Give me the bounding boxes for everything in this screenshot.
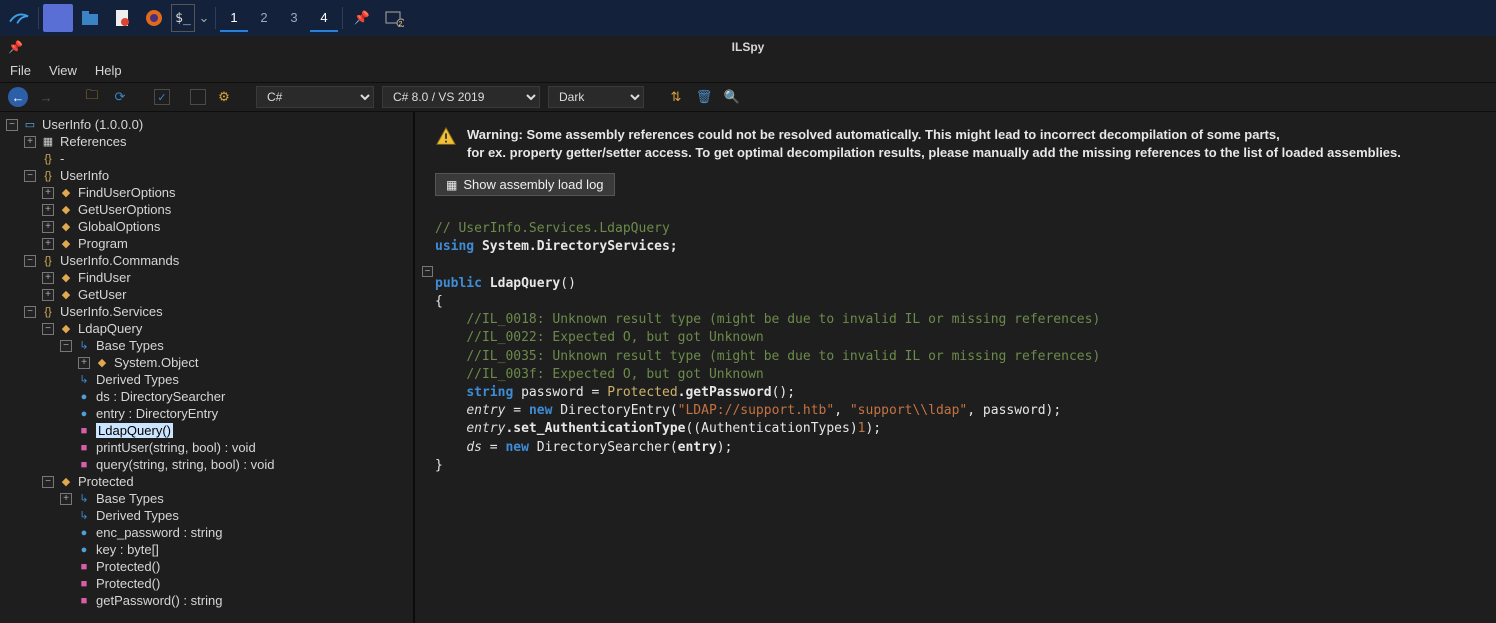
warning-line-1: Warning: Some assembly references could … (467, 126, 1401, 144)
search-icon[interactable]: 🔍 (722, 87, 742, 107)
workspace-1[interactable]: 1 (220, 4, 248, 32)
warning-icon (435, 126, 457, 148)
tree-assembly[interactable]: −▭UserInfo (1.0.0.0) (0, 116, 413, 133)
tree-basetypes2[interactable]: +↳Base Types (0, 490, 413, 507)
tree-dash[interactable]: {}- (0, 150, 413, 167)
tree-references[interactable]: +▦References (0, 133, 413, 150)
checkbox-2[interactable] (190, 89, 206, 105)
tree-program[interactable]: +◆Program (0, 235, 413, 252)
refresh-icon[interactable]: ⟳ (110, 87, 130, 107)
taskbar-app-icon[interactable] (43, 4, 73, 32)
tree-protected[interactable]: −◆Protected (0, 473, 413, 490)
code-view[interactable]: // UserInfo.Services.LdapQuery using Sys… (415, 202, 1486, 475)
checkbox-1[interactable]: ✓ (154, 89, 170, 105)
tree-derivedtypes2[interactable]: ↳Derived Types (0, 507, 413, 524)
tree-ldapquery-ctor[interactable]: ■LdapQuery() (0, 422, 413, 439)
window-title: ILSpy (0, 40, 1496, 54)
toolbar: ← → 🗀 ⟳ ✓ ⚙ C# C# 8.0 / VS 2019 Dark ⇅ 🗑… (0, 82, 1496, 112)
tree-basetypes[interactable]: −↳Base Types (0, 337, 413, 354)
menu-file[interactable]: File (10, 63, 31, 78)
tree-getuser[interactable]: +◆GetUser (0, 286, 413, 303)
tree-enc-password[interactable]: ●enc_password : string (0, 524, 413, 541)
warning-line-2: for ex. property getter/setter access. T… (467, 144, 1401, 162)
workspace-3[interactable]: 3 (280, 4, 308, 32)
terminal-icon[interactable]: $_ (171, 4, 195, 32)
tree-ns-services[interactable]: −{}UserInfo.Services (0, 303, 413, 320)
menubar: File View Help (0, 58, 1496, 82)
tree-finduser[interactable]: +◆FindUser (0, 269, 413, 286)
taskbar-window-icon[interactable]: 2 (379, 4, 409, 32)
log-icon: ▦ (446, 178, 457, 192)
firefox-icon[interactable] (139, 4, 169, 32)
tree-query[interactable]: ■query(string, string, bool) : void (0, 456, 413, 473)
assembly-tree[interactable]: −▭UserInfo (1.0.0.0) +▦References {}- −{… (0, 112, 415, 623)
taskbar-pinned-icon[interactable]: 📌 (347, 4, 377, 32)
tree-ds-field[interactable]: ●ds : DirectorySearcher (0, 388, 413, 405)
tree-getpassword[interactable]: ■getPassword() : string (0, 592, 413, 609)
tree-key[interactable]: ●key : byte[] (0, 541, 413, 558)
workspace-4[interactable]: 4 (310, 4, 338, 32)
ilspy-window: 📌 ILSpy File View Help ← → 🗀 ⟳ ✓ ⚙ C# C#… (0, 36, 1496, 623)
tree-printuser[interactable]: ■printUser(string, bool) : void (0, 439, 413, 456)
tree-ldapquery[interactable]: −◆LdapQuery (0, 320, 413, 337)
fold-minus-icon[interactable]: − (422, 266, 433, 277)
menu-view[interactable]: View (49, 63, 77, 78)
tree-ns-userinfo[interactable]: −{}UserInfo (0, 167, 413, 184)
tree-protected-cctor[interactable]: ■Protected() (0, 575, 413, 592)
tree-getuseroptions[interactable]: +◆GetUserOptions (0, 201, 413, 218)
forward-button[interactable]: → (36, 87, 56, 107)
warning-banner: Warning: Some assembly references could … (425, 120, 1486, 167)
tree-finduseroptions[interactable]: +◆FindUserOptions (0, 184, 413, 201)
kali-menu-icon[interactable] (4, 4, 34, 32)
tree-ns-commands[interactable]: −{}UserInfo.Commands (0, 252, 413, 269)
open-icon[interactable]: 🗀 (82, 87, 102, 107)
theme-select[interactable]: Dark (548, 86, 644, 108)
show-assembly-load-log-button[interactable]: ▦ Show assembly load log (435, 173, 615, 196)
lang-version-select[interactable]: C# 8.0 / VS 2019 (382, 86, 540, 108)
files-icon[interactable] (75, 4, 105, 32)
workspace-2[interactable]: 2 (250, 4, 278, 32)
os-taskbar: $_ ⌄ 1 2 3 4 📌 2 (0, 0, 1496, 36)
delete-icon[interactable]: 🗑 (694, 87, 714, 107)
sort-icon[interactable]: ⇅ (666, 87, 686, 107)
tree-entry-field[interactable]: ●entry : DirectoryEntry (0, 405, 413, 422)
tree-derivedtypes[interactable]: ↳Derived Types (0, 371, 413, 388)
menu-help[interactable]: Help (95, 63, 122, 78)
back-button[interactable]: ← (8, 87, 28, 107)
svg-text:2: 2 (399, 21, 403, 27)
tree-protected-ctor[interactable]: ■Protected() (0, 558, 413, 575)
tree-globaloptions[interactable]: +◆GlobalOptions (0, 218, 413, 235)
tree-system-object[interactable]: +◆System.Object (0, 354, 413, 371)
document-icon[interactable] (107, 4, 137, 32)
terminal-dropdown-icon[interactable]: ⌄ (197, 4, 211, 32)
titlebar: 📌 ILSpy (0, 36, 1496, 58)
language-select[interactable]: C# (256, 86, 374, 108)
tree-settings-icon[interactable]: ⚙ (214, 87, 234, 107)
decompiled-view: Warning: Some assembly references could … (415, 112, 1496, 623)
